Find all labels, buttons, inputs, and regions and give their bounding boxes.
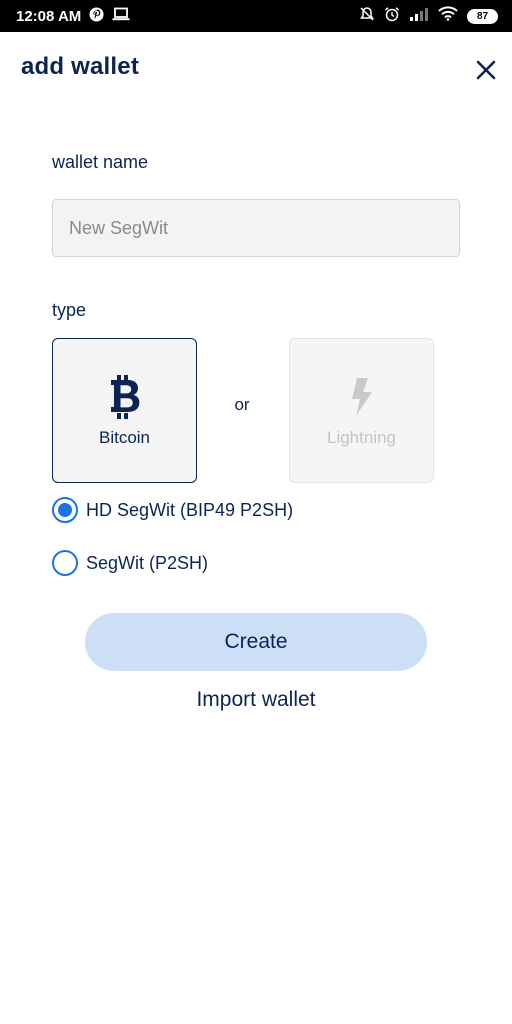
radio-segwit-label: SegWit (P2SH)	[86, 552, 209, 573]
type-card-bitcoin[interactable]: Bitcoin	[52, 338, 197, 483]
close-icon	[476, 60, 496, 80]
radio-segwit[interactable]: SegWit (P2SH)	[52, 550, 208, 576]
or-separator: or	[234, 395, 250, 414]
pinterest-icon	[89, 6, 104, 26]
type-card-lightning[interactable]: Lightning	[289, 338, 434, 483]
create-button[interactable]: Create	[85, 613, 427, 671]
battery-level: 87	[476, 10, 489, 22]
radio-hd-segwit-label: HD SegWit (BIP49 P2SH)	[86, 499, 294, 520]
signal-icon	[409, 7, 429, 26]
add-wallet-screen: 12:08 AM 87 add wallet wallet name New S…	[0, 0, 512, 1024]
wallet-name-input[interactable]	[52, 199, 460, 257]
wifi-icon	[438, 6, 458, 26]
bitcoin-label: Bitcoin	[98, 427, 151, 447]
type-label: type	[52, 300, 87, 320]
radio-button-unchecked[interactable]	[52, 550, 78, 576]
status-bar: 12:08 AM 87	[0, 0, 512, 32]
battery-icon: 87	[467, 8, 498, 24]
status-bar-left: 12:08 AM	[16, 6, 130, 26]
radio-hd-segwit[interactable]: HD SegWit (BIP49 P2SH)	[52, 497, 293, 523]
laptop-icon	[112, 7, 130, 25]
lightning-icon	[349, 374, 375, 420]
wallet-name-label: wallet name	[52, 152, 149, 172]
page-title: add wallet	[21, 53, 140, 80]
bitcoin-icon	[108, 374, 142, 420]
status-bar-right: 87	[359, 6, 498, 27]
mute-icon	[359, 6, 375, 27]
lightning-label: Lightning	[326, 427, 396, 447]
status-time: 12:08 AM	[16, 7, 82, 25]
close-button[interactable]	[470, 54, 502, 86]
import-wallet-link[interactable]: Import wallet	[0, 688, 512, 712]
radio-button-checked[interactable]	[52, 497, 78, 523]
alarm-icon	[384, 6, 400, 27]
